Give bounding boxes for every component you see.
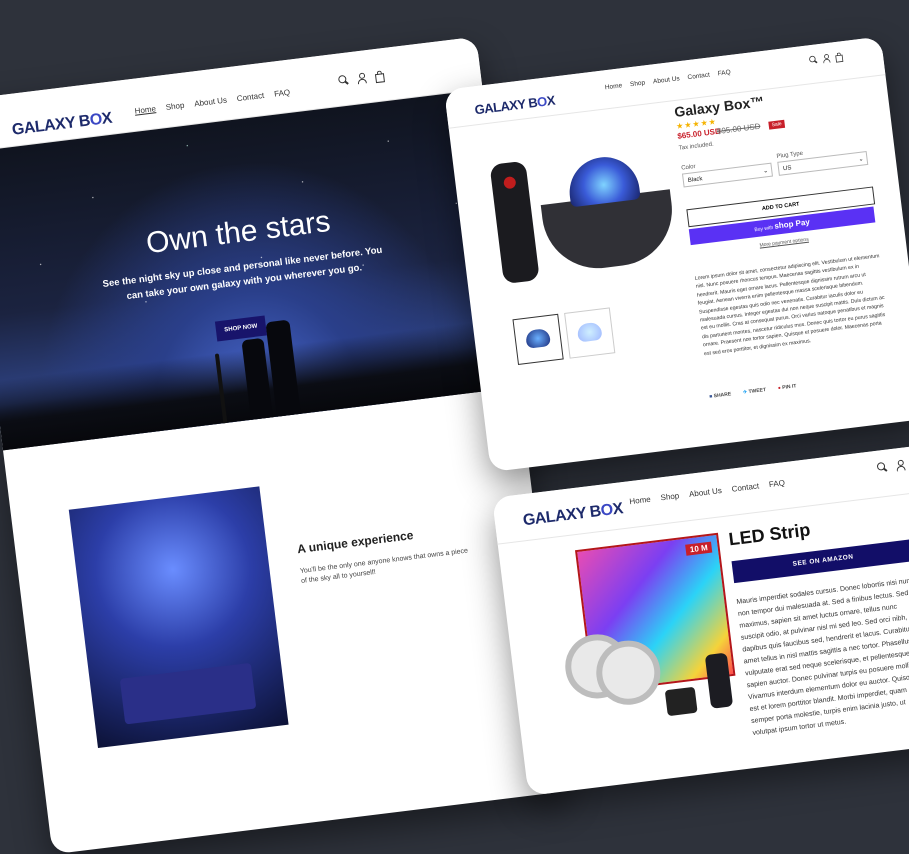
product-thumbnail[interactable] [512,313,564,366]
nav-shop[interactable]: Shop [165,101,185,112]
nav-about[interactable]: About Us [689,486,723,499]
main-nav: Home Shop About Us Contact FAQ [605,69,732,91]
led-strip-image: 10 M [551,532,744,751]
header-icons [877,457,909,473]
header-icons [809,52,843,64]
nav-faq[interactable]: FAQ [717,69,731,78]
cart-icon[interactable] [834,52,843,61]
led-strip-page-card: GALAXY BOX Home Shop About Us Contact FA… [492,444,909,796]
nav-contact[interactable]: Contact [687,72,710,82]
product-description: Mauris imperdiet sodales cursus. Donec l… [736,576,909,737]
nav-shop[interactable]: Shop [630,79,646,88]
sale-badge: Sale [768,119,786,130]
account-icon[interactable] [356,72,367,83]
chevron-down-icon: ⌄ [858,156,864,163]
length-badge: 10 M [685,541,713,556]
share-bar: ■ SHARE ✈ TWEET ● PIN IT [709,383,797,400]
feature-title: A unique experience [296,528,415,557]
search-icon[interactable] [338,75,349,86]
nav-shop[interactable]: Shop [660,491,680,502]
main-nav: Home Shop About Us Contact FAQ [629,478,785,506]
account-icon[interactable] [894,459,905,470]
pinterest-share-button[interactable]: ● PIN IT [778,383,797,391]
nav-home[interactable]: Home [629,495,651,507]
regular-price: $95.00 USD [716,121,761,136]
tax-note: Tax included. [678,141,715,152]
remote-control-image [489,160,540,285]
hero-banner: Own the stars See the night sky up close… [0,89,520,451]
product-main-image[interactable] [489,143,685,304]
nav-about[interactable]: About Us [194,96,228,109]
main-nav: Home Shop About Us Contact FAQ [134,88,290,116]
nav-contact[interactable]: Contact [236,91,264,103]
product-description: Lorem ipsum dolor sit amet, consectetur … [694,253,886,357]
twitter-share-button[interactable]: ✈ TWEET [743,387,767,396]
nav-contact[interactable]: Contact [731,481,759,493]
nav-home[interactable]: Home [134,104,156,116]
twitter-icon: ✈ [742,389,748,396]
search-icon[interactable] [809,55,818,64]
site-header: GALAXY BOX Home Shop About Us Contact FA… [444,36,886,129]
header-icons [338,70,385,86]
product-title: LED Strip [727,519,812,550]
nav-faq[interactable]: FAQ [274,88,291,99]
power-adapter-image [664,686,698,717]
color-label: Color [680,163,696,172]
cart-icon[interactable] [374,70,385,81]
nav-home[interactable]: Home [605,82,623,91]
nav-faq[interactable]: FAQ [768,478,785,489]
product-thumbnail[interactable] [564,307,616,359]
chevron-down-icon: ⌄ [762,168,769,175]
facebook-share-button[interactable]: ■ SHARE [709,391,732,400]
search-icon[interactable] [877,462,888,473]
product-page-card: GALAXY BOX Home Shop About Us Contact FA… [444,36,909,473]
projector-image [536,150,679,275]
feature-image [68,486,289,749]
site-logo[interactable]: GALAXY BOX [522,500,624,530]
account-icon[interactable] [822,54,831,63]
nav-about[interactable]: About Us [653,75,680,85]
site-logo[interactable]: GALAXY BOX [11,110,113,140]
site-logo[interactable]: GALAXY BOX [474,93,556,118]
bed-illustration [119,662,257,725]
